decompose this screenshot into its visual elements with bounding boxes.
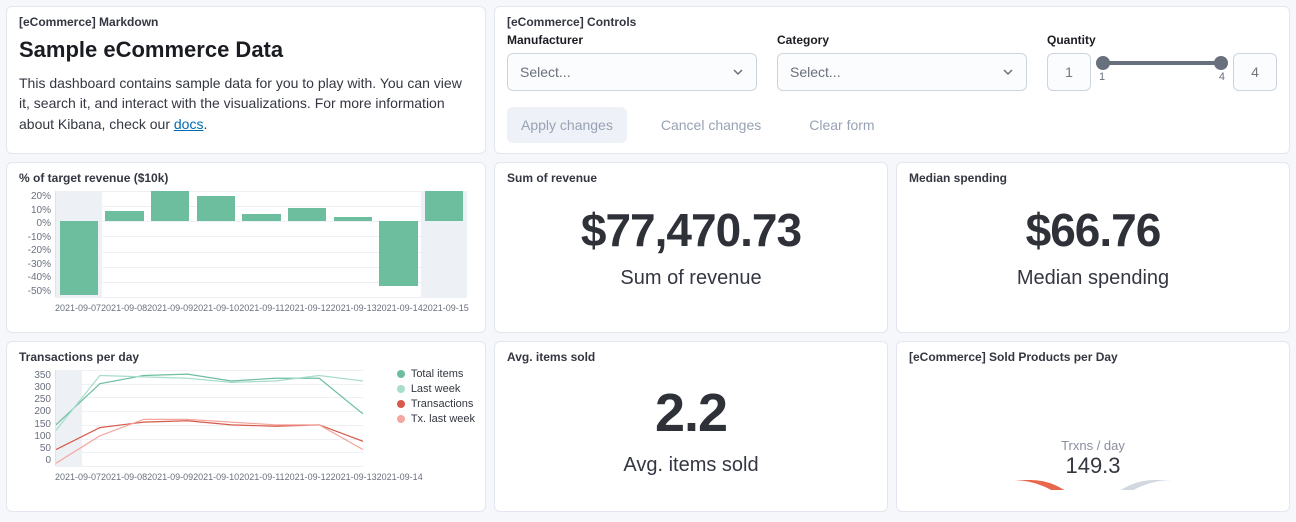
sum-revenue-sub: Sum of revenue — [507, 267, 875, 290]
median-value: $66.76 — [909, 203, 1277, 257]
markdown-panel: [eCommerce] Markdown Sample eCommerce Da… — [6, 6, 486, 154]
apply-changes-button[interactable]: Apply changes — [507, 107, 627, 143]
markdown-heading: Sample eCommerce Data — [19, 37, 473, 63]
slider-min-label: 1 — [1099, 71, 1105, 83]
target-revenue-panel: % of target revenue ($10k) 20%10%0%-10%-… — [6, 162, 486, 333]
avg-items-panel: Avg. items sold 2.2 Avg. items sold — [494, 341, 888, 512]
panel-title: Avg. items sold — [507, 350, 875, 364]
legend-dot — [397, 400, 405, 408]
manufacturer-select[interactable]: Select... — [507, 53, 757, 91]
clear-form-button[interactable]: Clear form — [795, 107, 888, 143]
legend-label: Transactions — [411, 398, 474, 410]
panel-title: Transactions per day — [19, 350, 473, 364]
target-revenue-chart: 20%10%0%-10%-20%-30%-40%-50%2021-09-0720… — [55, 191, 467, 311]
controls-panel: [eCommerce] Controls Manufacturer Select… — [494, 6, 1290, 154]
gauge-label: Trxns / day — [909, 438, 1277, 453]
median-spending-panel: Median spending $66.76 Median spending — [896, 162, 1290, 333]
markdown-body: This dashboard contains sample data for … — [19, 73, 473, 134]
category-select[interactable]: Select... — [777, 53, 1027, 91]
legend-dot — [397, 385, 405, 393]
legend-label: Total items — [411, 368, 464, 380]
gauge-panel: [eCommerce] Sold Products per Day Trxns … — [896, 341, 1290, 512]
legend-dot — [397, 415, 405, 423]
line-legend: Total items Last week Transactions Tx. l… — [397, 368, 475, 428]
chevron-down-icon — [732, 66, 744, 78]
docs-link[interactable]: docs — [174, 116, 204, 132]
sum-revenue-panel: Sum of revenue $77,470.73 Sum of revenue — [494, 162, 888, 333]
avg-items-sub: Avg. items sold — [507, 454, 875, 477]
cancel-changes-button[interactable]: Cancel changes — [647, 107, 775, 143]
panel-title: [eCommerce] Markdown — [19, 15, 473, 29]
quantity-label: Quantity — [1047, 33, 1277, 47]
slider-thumb-max[interactable] — [1214, 56, 1228, 70]
quantity-group: Quantity 1 4 — [1047, 33, 1277, 91]
chevron-down-icon — [1002, 66, 1014, 78]
markdown-text-end: . — [203, 116, 207, 132]
manufacturer-label: Manufacturer — [507, 33, 757, 47]
category-label: Category — [777, 33, 1027, 47]
panel-title: Median spending — [909, 171, 1277, 185]
gauge-value: 149.3 — [909, 453, 1277, 479]
transactions-chart: 3503002502001501005002021-09-072021-09-0… — [55, 370, 363, 480]
transactions-panel: Transactions per day 3503002502001501005… — [6, 341, 486, 512]
legend-dot — [397, 370, 405, 378]
panel-title: % of target revenue ($10k) — [19, 171, 473, 185]
select-placeholder: Select... — [790, 64, 841, 80]
avg-items-value: 2.2 — [507, 382, 875, 444]
legend-label: Tx. last week — [411, 413, 475, 425]
panel-title: [eCommerce] Controls — [507, 15, 1277, 29]
slider-thumb-min[interactable] — [1096, 56, 1110, 70]
quantity-slider[interactable] — [1103, 61, 1221, 65]
select-placeholder: Select... — [520, 64, 571, 80]
markdown-text: This dashboard contains sample data for … — [19, 75, 462, 132]
panel-title: Sum of revenue — [507, 171, 875, 185]
slider-max-label: 4 — [1219, 71, 1225, 83]
panel-title: [eCommerce] Sold Products per Day — [909, 350, 1277, 364]
category-group: Category Select... — [777, 33, 1027, 91]
quantity-min-input[interactable] — [1047, 53, 1091, 91]
quantity-max-input[interactable] — [1233, 53, 1277, 91]
legend-label: Last week — [411, 383, 461, 395]
sum-revenue-value: $77,470.73 — [507, 203, 875, 257]
median-sub: Median spending — [909, 267, 1277, 290]
manufacturer-group: Manufacturer Select... — [507, 33, 757, 91]
